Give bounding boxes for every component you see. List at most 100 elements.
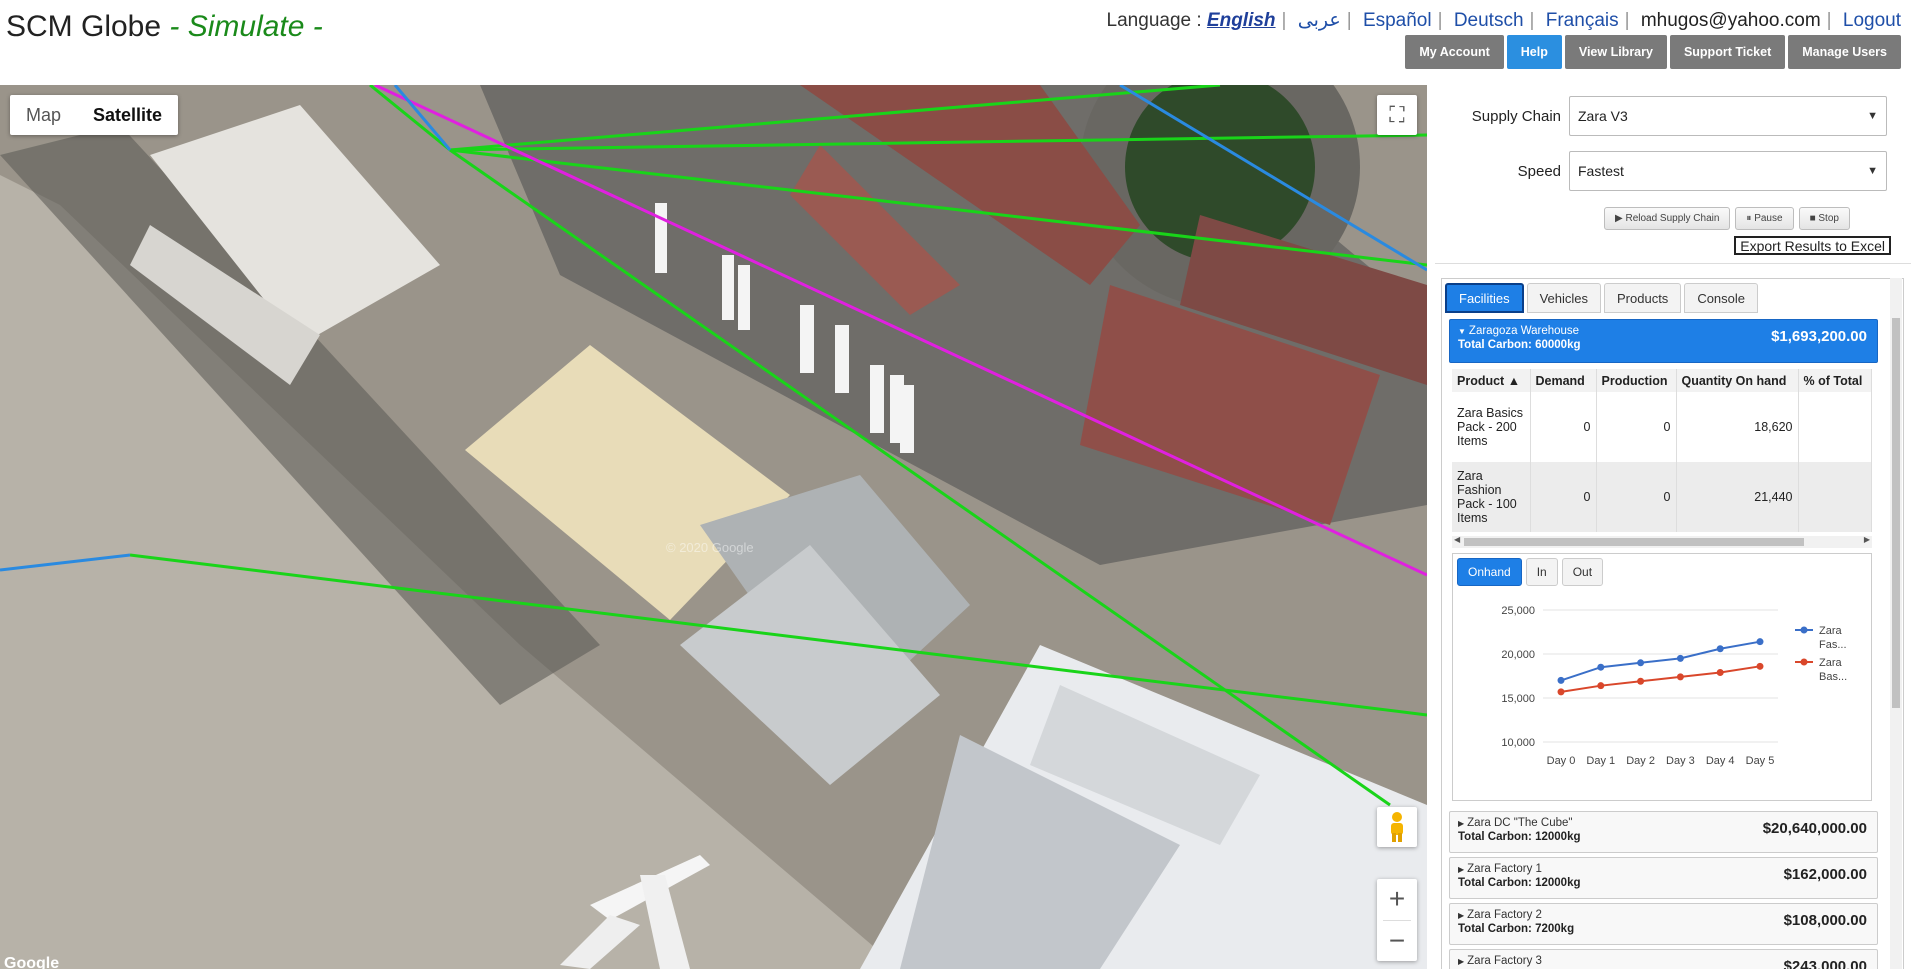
facility-header-factory-1[interactable]: ▶ Zara Factory 1 Total Carbon: 12000kg $1… bbox=[1449, 857, 1878, 899]
facility-amount: $1,693,200.00 bbox=[1771, 328, 1867, 345]
tab-facilities[interactable]: Facilities bbox=[1445, 283, 1524, 313]
app-header: SCM Globe - Simulate - Language : Englis… bbox=[0, 0, 1919, 85]
scroll-right-icon: ▶ bbox=[1863, 535, 1870, 544]
caret-right-icon: ▶ bbox=[1458, 865, 1465, 874]
lang-arabic[interactable]: عربى bbox=[1298, 10, 1341, 31]
results-tabs: Facilities Vehicles Products Console bbox=[1445, 283, 1759, 313]
column-quantity-on-hand[interactable]: Quantity On hand bbox=[1676, 369, 1799, 392]
column-demand[interactable]: Demand bbox=[1530, 369, 1597, 392]
column-percent-total[interactable]: % of Total bbox=[1798, 369, 1872, 392]
demand-cell: 0 bbox=[1530, 462, 1597, 532]
legend-marker bbox=[1800, 626, 1808, 634]
simulation-controls: ▶ Reload Supply Chain ⏸ Pause ■ Stop bbox=[1604, 207, 1850, 230]
map-type-control: Map Satellite bbox=[10, 95, 179, 135]
y-tick-label: 10,000 bbox=[1501, 737, 1535, 749]
speed-row: Speed Fastest ▼ bbox=[1427, 151, 1887, 191]
legend-label: Bas... bbox=[1819, 671, 1847, 683]
caret-down-icon: ▼ bbox=[1867, 165, 1878, 177]
lang-english[interactable]: English bbox=[1207, 10, 1276, 31]
pause-button[interactable]: ⏸ Pause bbox=[1735, 207, 1794, 230]
y-tick-label: 20,000 bbox=[1501, 649, 1535, 661]
facility-amount: $243,000.00 bbox=[1783, 958, 1867, 969]
percent-cell bbox=[1798, 392, 1872, 462]
export-excel-button[interactable]: Export Results to Excel bbox=[1734, 236, 1891, 255]
data-point bbox=[1676, 673, 1684, 681]
language-bar: Language : English | عربى | Español | Deuts… bbox=[1106, 10, 1901, 31]
caret-down-icon: ▼ bbox=[1867, 110, 1878, 122]
simulation-panel: Supply Chain Zara V3 ▼ Speed Fastest ▼ ▶… bbox=[1427, 85, 1919, 969]
data-point bbox=[1716, 645, 1724, 653]
zoom-in-button[interactable]: + bbox=[1377, 879, 1417, 920]
manage-users-button[interactable]: Manage Users bbox=[1788, 35, 1901, 69]
x-tick-label: Day 0 bbox=[1547, 755, 1576, 767]
satellite-imagery bbox=[0, 85, 1427, 969]
facility-name: Zaragoza Warehouse bbox=[1468, 325, 1580, 337]
caret-right-icon: ▶ bbox=[1458, 957, 1465, 966]
column-product[interactable]: Product ▲ bbox=[1452, 369, 1531, 392]
view-library-button[interactable]: View Library bbox=[1564, 35, 1667, 69]
table-horizontal-scrollbar[interactable]: ◀ ▶ bbox=[1452, 535, 1872, 548]
data-point bbox=[1756, 662, 1764, 670]
tab-vehicles[interactable]: Vehicles bbox=[1526, 283, 1601, 313]
data-point bbox=[1557, 688, 1565, 696]
supply-chain-row: Supply Chain Zara V3 ▼ bbox=[1427, 96, 1887, 136]
map-type-satellite-button[interactable]: Satellite bbox=[77, 95, 178, 135]
support-ticket-button[interactable]: Support Ticket bbox=[1669, 35, 1786, 69]
speed-select[interactable]: Fastest ▼ bbox=[1569, 151, 1887, 191]
legend-label: Zara bbox=[1819, 657, 1843, 669]
production-cell: 0 bbox=[1596, 392, 1677, 462]
fullscreen-icon: ⛶ bbox=[1389, 102, 1405, 127]
x-tick-label: Day 4 bbox=[1706, 755, 1735, 767]
supply-chain-select[interactable]: Zara V3 ▼ bbox=[1569, 96, 1887, 136]
speed-label: Speed bbox=[1517, 162, 1561, 180]
percent-cell bbox=[1798, 462, 1872, 532]
brand-title: SCM Globe - Simulate - bbox=[6, 10, 323, 44]
tab-products[interactable]: Products bbox=[1604, 283, 1682, 313]
facility-amount: $20,640,000.00 bbox=[1762, 820, 1867, 837]
tab-out[interactable]: Out bbox=[1561, 558, 1604, 586]
facility-header-factory-2[interactable]: ▶ Zara Factory 2 Total Carbon: 7200kg $10… bbox=[1449, 903, 1878, 945]
fullscreen-button[interactable]: ⛶ bbox=[1377, 95, 1417, 135]
facility-amount: $108,000.00 bbox=[1783, 912, 1867, 929]
product-name-cell: Zara Fashion Pack - 100 Items bbox=[1452, 462, 1531, 532]
lang-spanish[interactable]: Español bbox=[1363, 10, 1432, 31]
x-tick-label: Day 1 bbox=[1586, 755, 1615, 767]
zoom-out-button[interactable]: − bbox=[1377, 920, 1417, 961]
scrollbar-thumb[interactable] bbox=[1464, 538, 1804, 546]
stop-button[interactable]: ■ Stop bbox=[1798, 207, 1850, 230]
scrollbar-thumb[interactable] bbox=[1892, 318, 1900, 708]
lang-german[interactable]: Deutsch bbox=[1454, 10, 1524, 31]
map-view[interactable]: Map Satellite ⛶ + − © 2020 Google Google bbox=[0, 85, 1427, 969]
scroll-left-icon: ◀ bbox=[1454, 535, 1461, 544]
tab-onhand[interactable]: Onhand bbox=[1457, 558, 1522, 586]
google-logo: Google bbox=[4, 955, 60, 969]
onhand-chart-box: Onhand In Out 10,000 15,000 20,000 25,000 Da… bbox=[1452, 553, 1872, 801]
x-tick-label: Day 3 bbox=[1666, 755, 1695, 767]
map-type-map-button[interactable]: Map bbox=[10, 95, 77, 135]
facility-header-zaragoza[interactable]: ▼ Zaragoza Warehouse Total Carbon: 60000k… bbox=[1449, 319, 1878, 363]
map-watermark: © 2020 Google bbox=[666, 540, 754, 555]
supply-chain-value: Zara V3 bbox=[1578, 108, 1628, 124]
lang-french[interactable]: Français bbox=[1546, 10, 1619, 31]
results-box: Facilities Vehicles Products Console ▼ Za… bbox=[1441, 278, 1904, 969]
production-cell: 0 bbox=[1596, 462, 1677, 532]
tab-console[interactable]: Console bbox=[1684, 283, 1759, 313]
tab-in[interactable]: In bbox=[1525, 558, 1558, 586]
divider bbox=[1435, 263, 1911, 264]
user-email: mhugos@yahoo.com bbox=[1640, 10, 1821, 31]
quantity-cell: 21,440 bbox=[1676, 462, 1799, 532]
brand-name: SCM Globe bbox=[6, 10, 162, 43]
help-button[interactable]: Help bbox=[1506, 35, 1562, 69]
my-account-button[interactable]: My Account bbox=[1405, 35, 1504, 69]
demand-cell: 0 bbox=[1530, 392, 1597, 462]
reload-supply-chain-button[interactable]: ▶ Reload Supply Chain bbox=[1604, 207, 1731, 230]
logout-link[interactable]: Logout bbox=[1843, 10, 1901, 31]
street-view-pegman[interactable] bbox=[1377, 807, 1417, 847]
zoom-control: + − bbox=[1377, 879, 1417, 961]
facility-header-factory-3[interactable]: ▶ Zara Factory 3 $243,000.00 bbox=[1449, 949, 1878, 969]
panel-vertical-scrollbar[interactable] bbox=[1890, 278, 1902, 969]
facility-header-zara-dc[interactable]: ▶ Zara DC "The Cube" Total Carbon: 12000k… bbox=[1449, 811, 1878, 853]
product-name-cell: Zara Basics Pack - 200 Items bbox=[1452, 392, 1531, 462]
column-production[interactable]: Production bbox=[1596, 369, 1677, 392]
caret-down-icon: ▼ bbox=[1458, 327, 1466, 336]
